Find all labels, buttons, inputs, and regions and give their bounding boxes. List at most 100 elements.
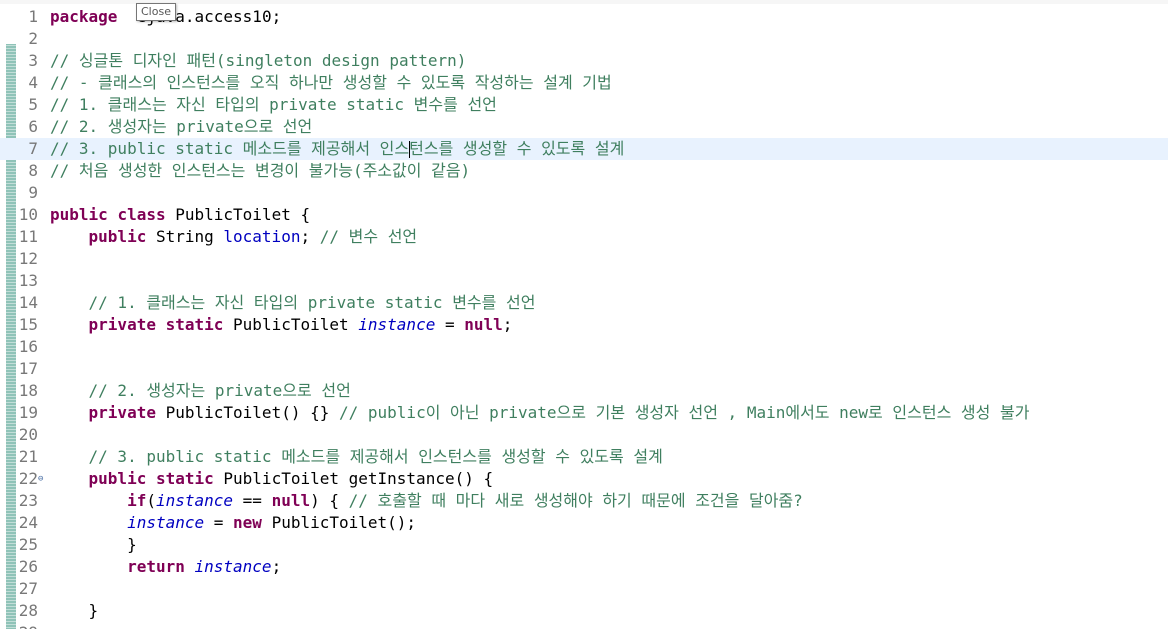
code-text[interactable]: }	[50, 534, 137, 556]
code-token: static	[155, 469, 214, 488]
code-token: }	[50, 601, 99, 620]
code-text[interactable]: // 2. 생성자는 private으로 선언	[50, 380, 351, 402]
code-token: }	[50, 535, 137, 554]
code-line[interactable]: 17	[0, 358, 1168, 380]
code-text[interactable]: public static PublicToilet getInstance()…	[50, 468, 494, 490]
line-number: 4	[28, 73, 38, 92]
code-text[interactable]: // - 클래스의 인스턴스를 오직 하나만 생성할 수 있도록 작성하는 설계…	[50, 72, 612, 94]
line-number: 9	[28, 183, 38, 202]
line-number: 26	[18, 557, 38, 576]
code-line[interactable]: 6 // 2. 생성자는 private으로 선언	[0, 116, 1168, 138]
line-number: 17	[18, 359, 38, 378]
code-token: return	[127, 557, 185, 576]
line-number: 25	[18, 535, 38, 554]
code-token: PublicToilet() {}	[155, 403, 339, 422]
code-text[interactable]: // 처음 생성한 인스턴스는 변경이 불가능(주소값이 같음)	[50, 160, 470, 182]
code-token: // public이 아닌 private으로 기본 생성자 선언 , Main…	[339, 403, 1030, 422]
code-line[interactable]: 3 // 싱글톤 디자인 패턴(singleton design pattern)	[0, 50, 1168, 72]
line-number: 21	[18, 447, 38, 466]
code-line[interactable]: 8 // 처음 생성한 인스턴스는 변경이 불가능(주소값이 같음)	[0, 160, 1168, 182]
line-number: 16	[18, 337, 38, 356]
line-number: 27	[18, 579, 38, 598]
code-token: PublicToilet();	[261, 513, 417, 532]
code-token: null	[464, 315, 503, 334]
line-number: 7	[28, 139, 38, 158]
code-token: ;	[502, 315, 513, 334]
code-text[interactable]: // 싱글톤 디자인 패턴(singleton design pattern)	[50, 50, 466, 72]
code-text[interactable]: // 1. 클래스는 자신 타입의 private static 변수를 선언	[50, 292, 536, 314]
code-text[interactable]: // 3. public static 메소드를 제공해서 인스턴스를 생성할 …	[50, 138, 624, 160]
code-line[interactable]: 20	[0, 424, 1168, 446]
code-text[interactable]: }	[50, 600, 99, 622]
line-number: 22	[18, 469, 38, 488]
code-line[interactable]: 2	[0, 28, 1168, 50]
code-line[interactable]: 18 // 2. 생성자는 private으로 선언	[0, 380, 1168, 402]
code-line[interactable]: 15 private static PublicToilet instance …	[0, 314, 1168, 336]
code-token: location	[223, 227, 301, 246]
code-text[interactable]: // 2. 생성자는 private으로 선언	[50, 116, 312, 138]
code-line[interactable]: 13	[0, 270, 1168, 292]
code-lines[interactable]: 1 package ejava.access10; 2 3// 싱글톤 디자인 패턴(…	[0, 6, 1168, 629]
code-line[interactable]: 14 // 1. 클래스는 자신 타입의 private static 변수를 …	[0, 292, 1168, 314]
line-number: 29	[0, 622, 38, 629]
code-line[interactable]: 26 return instance;	[0, 556, 1168, 578]
code-line[interactable]: 22 ⊖ public static PublicToilet getInstan…	[0, 468, 1168, 490]
code-token: public	[88, 227, 147, 246]
code-line[interactable]: 25 }	[0, 534, 1168, 556]
code-line[interactable]: 12	[0, 248, 1168, 270]
code-text[interactable]: public class PublicToilet {	[50, 204, 310, 226]
code-token: // 2. 생성자는 private으로 선언	[88, 381, 351, 400]
code-token: String	[146, 227, 224, 246]
java-code-editor[interactable]: 1 package ejava.access10; 2 3// 싱글톤 디자인 패턴(…	[0, 0, 1168, 629]
code-token: instance	[155, 491, 234, 510]
code-token: =	[204, 513, 234, 532]
code-line[interactable]: 4 // - 클래스의 인스턴스를 오직 하나만 생성할 수 있도록 작성하는 설…	[0, 72, 1168, 94]
line-number: 19	[18, 403, 38, 422]
code-line[interactable]: 19 private PublicToilet() {} // public이 …	[0, 402, 1168, 424]
code-text[interactable]: return instance;	[50, 556, 281, 578]
code-token: PublicToilet {	[165, 205, 311, 224]
line-number: 11	[18, 227, 38, 246]
code-line[interactable]: 21 // 3. public static 메소드를 제공해서 인스턴스를 생…	[0, 446, 1168, 468]
code-line[interactable]: 24 instance = new PublicToilet();	[0, 512, 1168, 534]
code-line[interactable]: 9	[0, 182, 1168, 204]
line-number: 8	[28, 161, 38, 180]
code-line[interactable]: 27	[0, 578, 1168, 600]
code-text[interactable]: private static PublicToilet instance = n…	[50, 314, 513, 336]
code-token: ;	[271, 557, 282, 576]
line-number: 23	[18, 491, 38, 510]
line-number: 3	[28, 51, 38, 70]
code-line[interactable]: 23 if(instance == null) { // 호출할 때 마다 새로…	[0, 490, 1168, 512]
code-token: null	[271, 491, 311, 510]
code-token: =	[435, 315, 465, 334]
code-line[interactable]: 10 public class PublicToilet {	[0, 204, 1168, 226]
code-line[interactable]: 28 }	[0, 600, 1168, 622]
code-line[interactable]: 5 // 1. 클래스는 자신 타입의 private static 변수를 선언	[0, 94, 1168, 116]
code-line[interactable]: 29	[0, 622, 1168, 629]
collapse-icon[interactable]: ⊖	[38, 468, 43, 490]
code-text[interactable]: if(instance == null) { // 호출할 때 마다 새로 생성…	[50, 490, 803, 512]
code-line[interactable]: 16	[0, 336, 1168, 358]
code-text[interactable]: public String location; // 변수 선언	[50, 226, 418, 248]
code-line[interactable]: 7 // 3. public static 메소드를 제공해서 인스턴스를 생성할…	[0, 138, 1168, 160]
code-line[interactable]: 11 public String location; // 변수 선언	[0, 226, 1168, 248]
code-token: package	[50, 7, 118, 26]
code-token: // 변수 선언	[319, 227, 418, 246]
code-text[interactable]: // 1. 클래스는 자신 타입의 private static 변수를 선언	[50, 94, 497, 116]
code-token: // 1. 클래스는 자신 타입의 private static 변수를 선언	[88, 293, 536, 312]
line-number: 12	[18, 249, 38, 268]
code-text[interactable]: private PublicToilet() {} // public이 아닌 …	[50, 402, 1030, 424]
code-text[interactable]: instance = new PublicToilet();	[50, 512, 416, 534]
code-token: public	[50, 205, 108, 224]
code-token: // 2. 생성자는 private으로 선언	[50, 117, 313, 136]
code-token: // 싱글톤 디자인 패턴(singleton design pattern)	[50, 51, 467, 70]
code-text[interactable]: // 3. public static 메소드를 제공해서 인스턴스를 생성할 …	[50, 446, 663, 468]
line-number: 15	[18, 315, 38, 334]
line-number: 28	[18, 601, 38, 620]
